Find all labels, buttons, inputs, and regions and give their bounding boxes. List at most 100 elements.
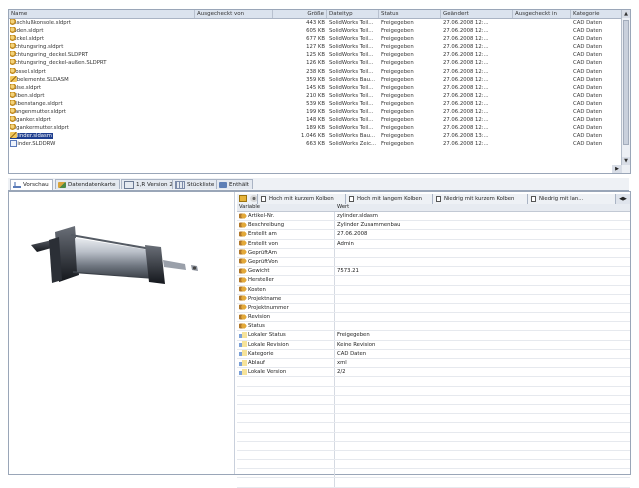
property-row[interactable]: Lokale Revision Keine Revision (237, 340, 630, 350)
file-row[interactable]: dichtungsring.sldprt 127 KB SolidWorks Tei… (9, 43, 622, 51)
property-name: Revision (239, 313, 333, 321)
col-header-status[interactable]: Status (379, 10, 441, 18)
property-row[interactable]: Gewicht 7573.21 (237, 267, 630, 277)
file-row[interactable]: zugankermutter.sldprt 189 KB SolidWorks Te… (9, 124, 622, 132)
file-name-cell: zugankermutter.sldprt (10, 124, 69, 132)
config-tab-scroll-icon[interactable]: ◀▶ (615, 194, 630, 204)
property-row[interactable]: Lokaler Status Freigegeben (237, 331, 630, 341)
config-tab-niedrig-lang[interactable]: Niedrig mit lan... (527, 194, 617, 204)
file-row[interactable]: drossel.sldprt 238 KB SolidWorks Teil... Fr… (9, 67, 622, 76)
file-status-cell: Freigegeben (381, 141, 414, 148)
config-tab-hoch-lang[interactable]: Hoch mit langem Kolben (345, 194, 422, 204)
property-value[interactable]: Zylinder Zusammenbau (337, 221, 467, 229)
property-row[interactable]: Projektname (237, 294, 630, 304)
property-value[interactable]: zylinder.sldasm (337, 212, 467, 220)
property-row[interactable]: Lokale Version 2/2 (237, 368, 630, 378)
custom-property-icon (239, 221, 247, 228)
file-type-cell: SolidWorks Teil... (329, 84, 374, 91)
file-type-cell: SolidWorks Teil... (329, 44, 374, 51)
file-row[interactable]: kolben.sldprt 210 KB SolidWorks Teil... Fre… (9, 91, 622, 100)
property-row[interactable]: Kosten (237, 285, 630, 295)
file-row[interactable]: boden.sldprt 605 KB SolidWorks Teil... Frei… (9, 27, 622, 35)
file-size-cell: 359 KB (306, 76, 325, 83)
property-value[interactable]: 27.06.2008 (337, 230, 467, 238)
cylinder-model-image (31, 226, 198, 284)
col-header-changed[interactable]: Geändert (441, 10, 513, 18)
property-row[interactable]: Ablauf xml (237, 359, 630, 369)
property-value[interactable]: xml (337, 359, 467, 367)
file-row[interactable]: dichtungsring_deckel-außen.SLDPRT 126 KB S… (9, 59, 622, 67)
property-value[interactable]: 2/2 (337, 368, 467, 376)
config-tab-niedrig-kurz[interactable]: Niedrig mit kurzem Kolben (432, 194, 514, 204)
folder-icon[interactable] (239, 195, 247, 202)
col-header-type[interactable]: Dateityp (327, 10, 379, 18)
empty-grid-row (237, 377, 630, 387)
custom-property-icon (239, 286, 247, 292)
property-row[interactable]: Erstellt am 27.06.2008 (237, 230, 630, 240)
scroll-right-arrow-icon[interactable]: ▶ (612, 165, 622, 173)
file-type-cell: SolidWorks Teil... (329, 92, 374, 99)
file-row[interactable]: stangenmutter.sldprt 199 KB SolidWorks Tei… (9, 108, 622, 116)
property-row[interactable]: Hersteller (237, 276, 630, 286)
drawing-file-icon (10, 140, 17, 148)
model-preview[interactable] (9, 192, 235, 474)
col-header-checked-out-by[interactable]: Ausgecheckt von (195, 10, 273, 18)
local-property-icon (239, 359, 247, 366)
file-category-cell: CAD Daten (573, 60, 603, 67)
property-row[interactable]: GeprüftVon (237, 257, 630, 268)
property-row[interactable]: Erstellt von Admin (237, 239, 630, 249)
property-row[interactable]: Status (237, 322, 630, 332)
custom-property-icon (239, 276, 247, 283)
file-changed-cell: 27.06.2008 12:... (443, 109, 489, 116)
file-category-cell: CAD Daten (573, 117, 603, 124)
col-header-size[interactable]: Größe (273, 10, 327, 18)
property-row[interactable]: Beschreibung Zylinder Zusammenbau (237, 221, 630, 231)
custom-property-icon (239, 212, 247, 219)
file-row[interactable]: kolbenstange.sldprt 539 KB SolidWorks Teil… (9, 99, 622, 108)
file-row[interactable]: zylinder.SLDDRW 663 KB SolidWorks Zeic... F… (9, 140, 622, 148)
property-value[interactable]: Admin (337, 240, 467, 248)
config-tab-hoch-kurz[interactable]: Hoch mit kurzem Kolben (257, 194, 334, 204)
file-category-cell: CAD Daten (573, 52, 603, 59)
tab-datacard[interactable]: Datendatenkarte (55, 179, 120, 189)
file-changed-cell: 27.06.2008 12:... (443, 68, 489, 75)
property-value[interactable]: Keine Revision (337, 341, 467, 349)
property-row[interactable]: GeprüftAm (237, 248, 630, 258)
variable-column-header[interactable]: Variable (237, 204, 260, 211)
property-row[interactable]: Revision (237, 313, 630, 323)
property-value[interactable]: 7573.21 (337, 267, 467, 275)
col-header-category[interactable]: Kategorie (571, 10, 622, 18)
file-name-cell: kolben.sldprt (10, 91, 45, 99)
file-name-cell: zuganker.sldprt (10, 116, 51, 124)
property-value[interactable]: CAD Daten (337, 350, 467, 358)
file-row[interactable]: anschlußkonsole.sldprt 443 KB SolidWorks T… (9, 19, 622, 27)
empty-grid-row (237, 441, 630, 451)
file-row[interactable]: hülse.sldprt 145 KB SolidWorks Teil... Frei… (9, 83, 622, 92)
empty-grid-row (237, 450, 630, 461)
scroll-up-arrow-icon[interactable]: ▲ (622, 10, 630, 18)
file-status-cell: Freigegeben (381, 44, 414, 51)
file-category-cell: CAD Daten (573, 141, 603, 148)
scroll-thumb[interactable] (623, 20, 629, 145)
value-column-header[interactable]: Wert (335, 204, 349, 211)
tab-preview[interactable]: Vorschau (10, 179, 53, 190)
file-list-scrollbar[interactable]: ▲ ▼ (621, 10, 630, 173)
file-name-cell: hubelemente.SLDASM (10, 75, 69, 83)
file-row[interactable]: dichtungsring_deckel.SLDPRT 125 KB SolidWo… (9, 51, 622, 59)
col-header-checked-out-in[interactable]: Ausgecheckt in (513, 10, 571, 18)
file-row[interactable]: hubelemente.SLDASM 359 KB SolidWorks Bau..… (9, 75, 622, 84)
col-header-name[interactable]: Name (9, 10, 195, 18)
file-row[interactable]: deckel.sldprt 677 KB SolidWorks Teil... Fre… (9, 35, 622, 43)
property-value[interactable]: Freigegeben (337, 331, 467, 339)
property-row[interactable]: Projektnummer (237, 303, 630, 314)
property-row[interactable]: Kategorie CAD Daten (237, 349, 630, 359)
tab-bom[interactable]: Stückliste (172, 179, 219, 189)
scroll-down-arrow-icon[interactable]: ▼ (622, 157, 630, 165)
file-name-cell: zylinder.SLDDRW (10, 140, 56, 148)
file-category-cell: CAD Daten (573, 100, 603, 107)
file-row[interactable]: zylinder.sldasm 1.046 KB SolidWorks Bau...… (9, 132, 622, 140)
empty-grid-row (237, 460, 630, 470)
tab-contains[interactable]: Enthält (216, 179, 253, 189)
property-row[interactable]: Artikel-Nr. zylinder.sldasm (237, 212, 630, 222)
file-row[interactable]: zuganker.sldprt 148 KB SolidWorks Teil... F… (9, 116, 622, 124)
